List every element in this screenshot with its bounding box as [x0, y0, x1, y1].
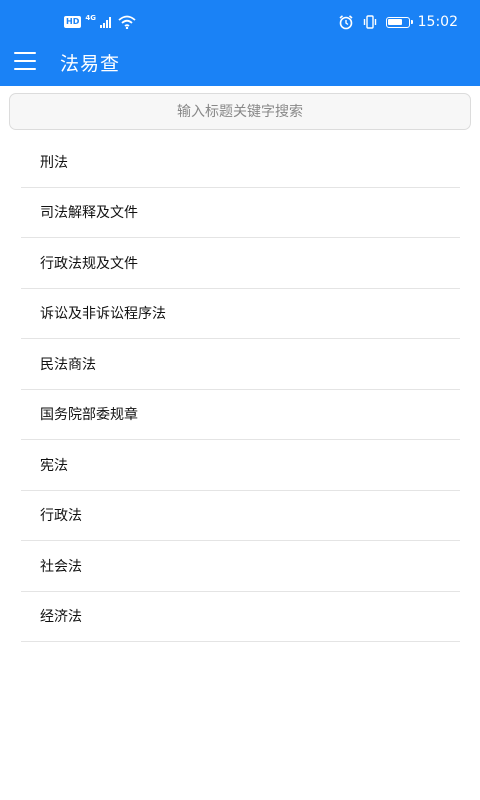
list-item-label: 经济法	[40, 609, 82, 626]
list-item[interactable]: 行政法	[21, 491, 460, 541]
list-item-label: 行政法	[40, 508, 82, 525]
list-item[interactable]: 民法商法	[21, 339, 460, 390]
vibrate-icon	[363, 15, 376, 29]
status-bar: HD 4G 15:02	[0, 0, 480, 44]
search-input[interactable]	[10, 102, 470, 121]
list-item[interactable]: 行政法规及文件	[21, 238, 460, 289]
list-item-label: 民法商法	[40, 356, 96, 373]
status-left: HD 4G	[64, 14, 136, 30]
list-item[interactable]: 经济法	[21, 592, 460, 642]
alarm-icon	[339, 15, 353, 30]
menu-icon[interactable]	[14, 52, 36, 70]
list-item-label: 宪法	[40, 457, 68, 474]
page-title: 法易查	[60, 53, 121, 75]
list-item[interactable]: 诉讼及非诉讼程序法	[21, 289, 460, 339]
signal-icon	[99, 16, 111, 28]
battery-icon	[385, 16, 413, 28]
list-item-label: 刑法	[40, 154, 68, 171]
list-item-label: 社会法	[40, 558, 82, 575]
network-type: 4G	[85, 14, 96, 22]
list-item[interactable]: 刑法	[21, 137, 460, 188]
search-bar[interactable]	[9, 93, 471, 130]
list-item[interactable]: 社会法	[21, 541, 460, 592]
app-bar: HD 4G 15:02 法易查	[0, 0, 480, 86]
list-item[interactable]: 宪法	[21, 440, 460, 491]
hd-badge: HD	[64, 16, 82, 28]
status-right: 15:02	[338, 12, 458, 32]
list-item-label: 诉讼及非诉讼程序法	[40, 306, 166, 323]
clock: 15:02	[417, 14, 458, 30]
list-item[interactable]: 国务院部委规章	[21, 390, 460, 440]
wifi-icon	[118, 15, 136, 29]
list-item-label: 司法解释及文件	[40, 205, 138, 222]
category-list: 刑法司法解释及文件 行政法规及文件诉讼及非诉讼程序法 民法商法国务院部委规章 宪法行政…	[21, 137, 460, 642]
list-item[interactable]: 司法解释及文件	[21, 188, 460, 238]
list-item-label: 国务院部委规章	[40, 407, 138, 424]
list-item-label: 行政法规及文件	[40, 255, 138, 272]
battery-fill	[388, 19, 402, 25]
